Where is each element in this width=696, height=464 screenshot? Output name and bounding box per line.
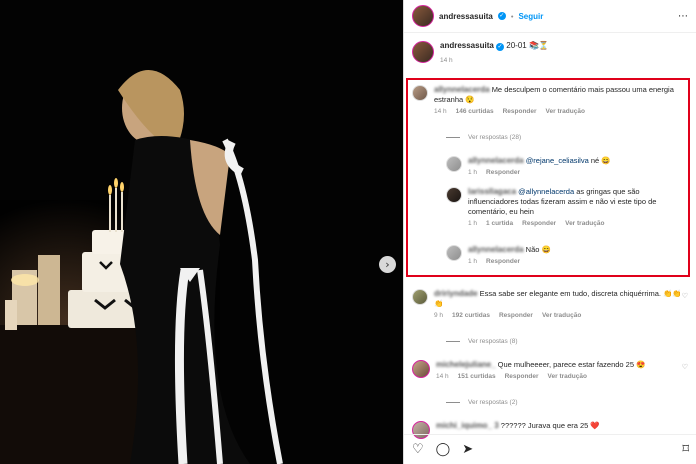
commenter-avatar[interactable] [412,360,430,378]
author-avatar[interactable] [412,5,434,27]
reply-button[interactable]: Responder [499,312,533,319]
like-comment-icon[interactable]: ♡ [682,363,688,371]
verified-badge-icon: ✓ [496,43,505,51]
post-photo: › [0,0,403,464]
comment-text: Que mulheeeer, parece estar fazendo 25 😍 [495,360,646,369]
post-image [0,0,403,464]
comment-item: dririyndade Essa sabe ser elegante em tu… [412,289,687,319]
share-icon[interactable]: ➤ [462,442,473,457]
highlight-box [406,78,690,277]
comment-username[interactable]: michelejuliane_ [436,360,496,369]
comment-likes[interactable]: 151 curtidas [458,373,496,380]
post-header: andressasuita ✓ • Seguir ⋯ [404,0,696,33]
comment-time: 9 h [434,312,444,319]
view-replies-label: Ver respostas (8) [468,338,518,345]
translate-button[interactable]: Ver tradução [542,312,581,319]
translate-button[interactable]: Ver tradução [548,373,587,380]
save-icon[interactable]: ⌑ [682,442,689,457]
caption-username[interactable]: andressasuita [440,41,494,50]
view-replies-label: Ver respostas (2) [468,399,518,406]
next-photo-button[interactable]: › [379,256,396,273]
author-username[interactable]: andressasuita [439,12,493,21]
reply-button[interactable]: Responder [505,373,539,380]
comment-username[interactable]: dririyndade [434,289,478,298]
view-replies-button[interactable]: Ver respostas (8) [446,338,518,345]
comment-likes[interactable]: 192 curtidas [452,312,490,319]
like-comment-icon[interactable]: ♡ [682,292,688,300]
post-action-bar: ♡ ◯ ➤ ⌑ [404,434,696,464]
chevron-right-icon: › [385,258,390,271]
follow-button[interactable]: Seguir [518,12,543,21]
comment-username[interactable]: michi_iquimo_ 3 [436,421,499,430]
separator-dot: • [510,11,514,21]
commenter-avatar[interactable] [412,289,428,305]
caption-time: 14 h [440,57,453,64]
caption-avatar[interactable] [412,41,434,63]
comment-text: ?????? Jurava que era 25 ❤️ [500,421,600,430]
more-options-icon[interactable]: ⋯ [678,11,688,22]
verified-badge-icon: ✓ [497,12,506,20]
comment-item: michelejuliane_ Que mulheeeer, parece es… [412,360,687,380]
like-icon[interactable]: ♡ [412,442,424,457]
caption-text: 20-01 📚⏳ [506,41,549,50]
comment-time: 14 h [436,373,449,380]
post-caption: andressasuita ✓ 20-01 📚⏳ 14 h [404,33,696,64]
view-replies-button[interactable]: Ver respostas (2) [446,399,518,406]
comment-icon[interactable]: ◯ [436,442,451,457]
